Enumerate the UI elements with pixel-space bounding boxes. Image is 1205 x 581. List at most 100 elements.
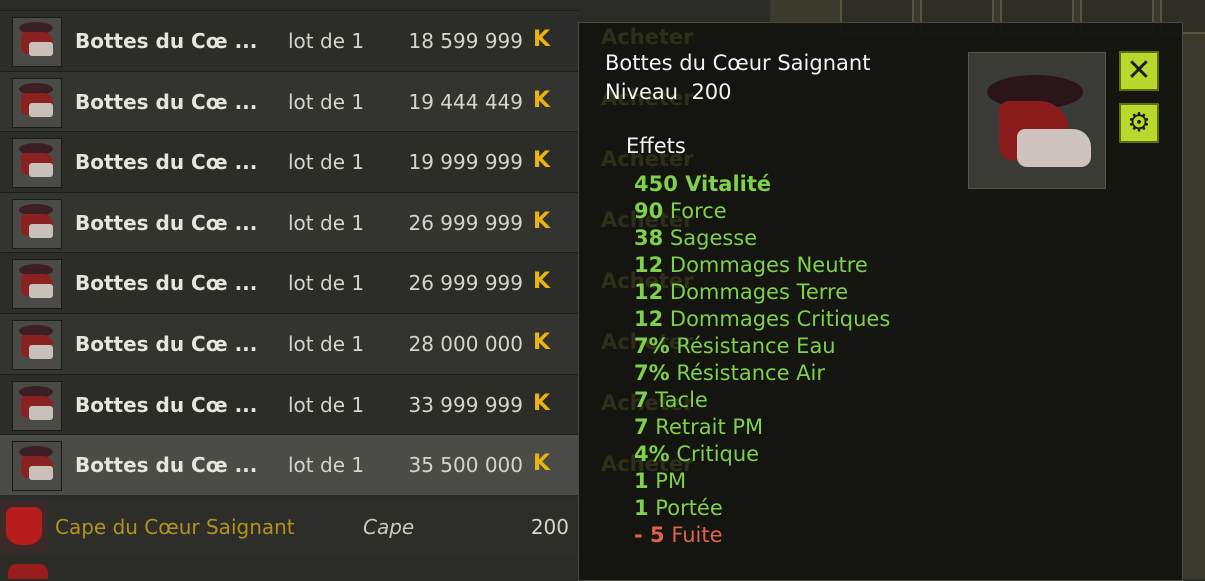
effect-line: 7% Résistance Air [634,360,890,387]
effect-value: 1 [634,496,649,520]
effect-label: Portée [648,496,723,520]
lot-size: lot de 1 [288,211,365,235]
sale-listings: Bottes du Cœ ... lot de 1 18 599 999 K B… [0,0,578,579]
item-thumbnail [12,78,62,128]
effect-line: - 5 Fuite [634,522,890,549]
item-name: Bottes du Cœ ... [75,332,258,356]
effect-label: Force [663,199,727,223]
effect-line: 1 PM [634,468,890,495]
effect-value: 90 [634,199,664,223]
item-thumbnail [8,564,48,579]
item-thumbnail [12,17,62,67]
effect-label: Critique [669,442,760,466]
effect-label: Retrait PM [648,415,764,439]
item-tooltip: Acheter Acheter Acheter Acheter Acheter … [578,22,1183,581]
item-name: Bottes du Cœ ... [75,211,258,235]
item-image [968,52,1106,189]
kama-icon: K [533,209,551,234]
lot-size: lot de 1 [288,29,365,53]
item-thumbnail [12,320,62,370]
lot-size: lot de 1 [288,150,365,174]
close-icon: ✕ [1126,53,1152,88]
tooltip-title: Bottes du Cœur Saignant [605,51,871,75]
effect-value: 7 [634,388,649,412]
settings-button[interactable]: ⚙ [1119,103,1159,143]
close-button[interactable]: ✕ [1119,51,1159,91]
effect-value: 38 [634,226,664,250]
effect-line: 90 Force [634,198,890,225]
effect-line: 1 Portée [634,495,890,522]
effect-label: Dommages Neutre [663,253,868,277]
item-thumbnail [12,138,62,188]
item-price: 28 000 000 [408,332,523,356]
lot-size: lot de 1 [288,90,365,114]
lot-size: lot de 1 [288,453,365,477]
item-type-row[interactable]: Cape du Cœur Saignant Cape 200 [0,497,578,557]
gear-icon: ⚙ [1127,108,1151,138]
item-name: Bottes du Cœ ... [75,453,258,477]
item-price: 18 599 999 [408,29,523,53]
kama-icon: K [533,27,551,52]
lot-size: lot de 1 [288,393,365,417]
effect-label: Sagesse [663,226,758,250]
listing-row[interactable]: Bottes du Cœ ... lot de 1 19 999 999 K [0,131,578,192]
effect-value: 1 [634,469,649,493]
item-price: 19 999 999 [408,150,523,174]
effect-value: 7% [634,361,670,385]
cape-type: Cape [363,515,415,539]
kama-icon: K [533,451,551,476]
listing-row[interactable]: Bottes du Cœ ... lot de 1 33 999 999 K [0,374,578,435]
item-name: Bottes du Cœ ... [75,393,258,417]
cape-name: Cape du Cœur Saignant [55,515,295,539]
effect-label: Dommages Critiques [663,307,891,331]
lot-size: lot de 1 [288,332,365,356]
effect-line: 12 Dommages Neutre [634,252,890,279]
effect-value: - 5 [634,523,665,547]
item-name: Bottes du Cœ ... [75,150,258,174]
tooltip-level: Niveau 200 [605,80,732,104]
effect-value: 4% [634,442,670,466]
effects-heading: Effets [626,134,686,158]
item-name: Bottes du Cœ ... [75,90,258,114]
listing-row-selected[interactable]: Bottes du Cœ ... lot de 1 35 500 000 K [0,434,578,495]
item-price: 35 500 000 [408,453,523,477]
item-type-row[interactable] [0,558,578,579]
listing-row[interactable]: Bottes du Cœ ... lot de 1 19 444 449 K [0,71,578,132]
effect-label: Fuite [664,523,723,547]
listing-row[interactable]: Bottes du Cœ ... lot de 1 28 000 000 K [0,313,578,374]
effect-label: Vitalité [677,172,772,196]
kama-icon: K [533,391,551,416]
effect-line: 12 Dommages Critiques [634,306,890,333]
kama-icon: K [533,88,551,113]
effect-label: PM [648,469,687,493]
item-price: 19 444 449 [408,90,523,114]
kama-icon: K [533,330,551,355]
item-name: Bottes du Cœ ... [75,29,258,53]
listing-row[interactable]: Bottes du Cœ ... lot de 1 26 999 999 K [0,192,578,253]
effect-value: 450 [634,172,678,196]
effect-line: 7 Tacle [634,387,890,414]
effect-line: 4% Critique [634,441,890,468]
listing-row[interactable]: Bottes du Cœ ... lot de 1 18 599 999 K [0,10,578,71]
buy-button-ghost: Acheter [601,25,694,49]
item-thumbnail [12,259,62,309]
effect-label: Tacle [648,388,708,412]
listing-row[interactable]: Bottes du Cœ ... lot de 1 26 999 999 K [0,252,578,313]
effect-line: 450 Vitalité [634,171,890,198]
item-thumbnail [12,199,62,249]
effect-line: 7% Résistance Eau [634,333,890,360]
item-price: 33 999 999 [408,393,523,417]
effect-line: 38 Sagesse [634,225,890,252]
cape-thumbnail [0,501,48,551]
item-thumbnail [12,441,62,491]
item-name: Bottes du Cœ ... [75,271,258,295]
item-price: 26 999 999 [408,271,523,295]
effect-label: Résistance Air [669,361,826,385]
effect-label: Dommages Terre [663,280,849,304]
effect-value: 12 [634,253,664,277]
cape-level: 200 [530,515,569,539]
effect-value: 7% [634,334,670,358]
effect-line: 7 Retrait PM [634,414,890,441]
effect-value: 12 [634,280,664,304]
kama-icon: K [533,148,551,173]
